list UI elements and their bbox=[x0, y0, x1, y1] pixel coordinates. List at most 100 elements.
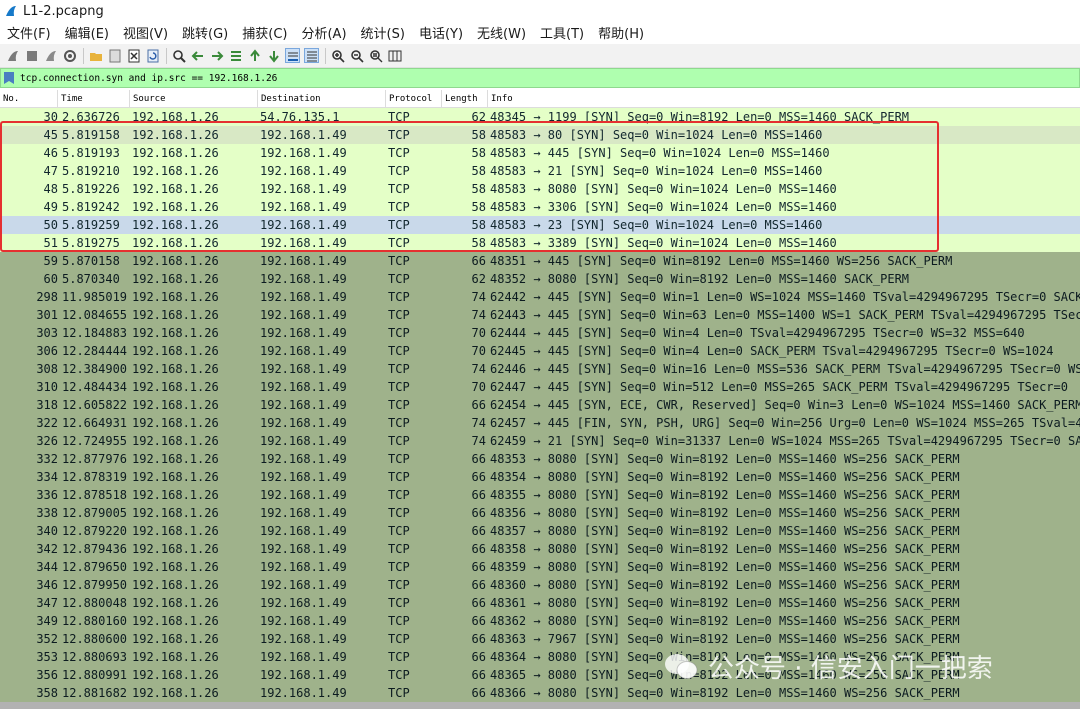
packet-row[interactable]: 303 12.184883 192.168.1.26 192.168.1.49 TCP 7… bbox=[0, 324, 1080, 342]
packet-row[interactable]: 332 12.877976 192.168.1.26 192.168.1.49 TCP 6… bbox=[0, 450, 1080, 468]
packet-src-cell: 192.168.1.26 bbox=[132, 236, 219, 250]
packet-row[interactable]: 334 12.878319 192.168.1.26 192.168.1.49 TCP 6… bbox=[0, 468, 1080, 486]
packet-row[interactable]: 336 12.878518 192.168.1.26 192.168.1.49 TCP 6… bbox=[0, 486, 1080, 504]
zoom-in-icon[interactable] bbox=[330, 48, 345, 63]
packet-no-cell: 318 bbox=[36, 398, 58, 412]
go-forward-icon[interactable] bbox=[209, 48, 224, 63]
packet-proto-cell: TCP bbox=[388, 344, 410, 358]
column-header-length[interactable]: Length bbox=[442, 90, 488, 108]
menu-go[interactable]: 跳转(G) bbox=[182, 23, 228, 42]
go-back-icon[interactable] bbox=[190, 48, 205, 63]
menu-view[interactable]: 视图(V) bbox=[123, 23, 168, 42]
start-capture-icon[interactable] bbox=[5, 48, 20, 63]
packet-src-cell: 192.168.1.26 bbox=[132, 380, 219, 394]
packet-len-cell: 66 bbox=[471, 632, 486, 646]
normal-size-icon[interactable] bbox=[368, 48, 383, 63]
packet-dst-cell: 192.168.1.49 bbox=[260, 254, 347, 268]
packet-row[interactable]: 45 5.819158 192.168.1.26 192.168.1.49 TCP 58 4… bbox=[0, 126, 1080, 144]
packet-row[interactable]: 48 5.819226 192.168.1.26 192.168.1.49 TCP 58 4… bbox=[0, 180, 1080, 198]
packet-row[interactable]: 318 12.605822 192.168.1.26 192.168.1.49 TCP 6… bbox=[0, 396, 1080, 414]
packet-proto-cell: TCP bbox=[388, 398, 410, 412]
packet-row[interactable]: 338 12.879005 192.168.1.26 192.168.1.49 TCP 6… bbox=[0, 504, 1080, 522]
resize-columns-icon[interactable] bbox=[387, 48, 402, 63]
packet-row[interactable]: 346 12.879950 192.168.1.26 192.168.1.49 TCP 6… bbox=[0, 576, 1080, 594]
close-file-icon[interactable] bbox=[126, 48, 141, 63]
packet-row[interactable]: 308 12.384900 192.168.1.26 192.168.1.49 TCP 7… bbox=[0, 360, 1080, 378]
packet-proto-cell: TCP bbox=[388, 668, 410, 682]
menu-analyze[interactable]: 分析(A) bbox=[301, 23, 346, 42]
packet-proto-cell: TCP bbox=[388, 272, 410, 286]
menu-telephony[interactable]: 电话(Y) bbox=[419, 23, 463, 42]
packet-dst-cell: 192.168.1.49 bbox=[260, 290, 347, 304]
menu-tools[interactable]: 工具(T) bbox=[540, 23, 584, 42]
last-packet-icon[interactable] bbox=[266, 48, 281, 63]
packet-row[interactable]: 30 2.636726 192.168.1.26 54.76.135.1 TCP 62 48… bbox=[0, 108, 1080, 126]
autoscroll-icon[interactable] bbox=[285, 48, 300, 63]
packet-row[interactable]: 347 12.880048 192.168.1.26 192.168.1.49 TCP 6… bbox=[0, 594, 1080, 612]
packet-row[interactable]: 326 12.724955 192.168.1.26 192.168.1.49 TCP 7… bbox=[0, 432, 1080, 450]
column-header-no[interactable]: No. bbox=[0, 90, 58, 108]
packet-row[interactable]: 340 12.879220 192.168.1.26 192.168.1.49 TCP 6… bbox=[0, 522, 1080, 540]
packet-row[interactable]: 353 12.880693 192.168.1.26 192.168.1.49 TCP 6… bbox=[0, 648, 1080, 666]
filter-bookmark-icon[interactable] bbox=[4, 72, 14, 84]
packet-info-cell: 48357 → 8080 [SYN] Seq=0 Win=8192 Len=0 … bbox=[490, 524, 960, 538]
packet-proto-cell: TCP bbox=[388, 632, 410, 646]
packet-row[interactable]: 49 5.819242 192.168.1.26 192.168.1.49 TCP 58 4… bbox=[0, 198, 1080, 216]
packet-len-cell: 74 bbox=[471, 362, 486, 376]
column-header-source[interactable]: Source bbox=[130, 90, 258, 108]
packet-time-cell: 12.881682 bbox=[62, 686, 128, 700]
packet-proto-cell: TCP bbox=[388, 110, 410, 124]
packet-time-cell: 12.880693 bbox=[62, 650, 128, 664]
packet-row[interactable]: 356 12.880991 192.168.1.26 192.168.1.49 TCP 6… bbox=[0, 666, 1080, 684]
packet-row[interactable]: 47 5.819210 192.168.1.26 192.168.1.49 TCP 58 4… bbox=[0, 162, 1080, 180]
menu-capture[interactable]: 捕获(C) bbox=[242, 23, 287, 42]
restart-capture-icon[interactable] bbox=[43, 48, 58, 63]
packet-row[interactable]: 322 12.664931 192.168.1.26 192.168.1.49 TCP 7… bbox=[0, 414, 1080, 432]
packet-time-cell: 12.877976 bbox=[62, 452, 128, 466]
packet-row[interactable]: 59 5.870158 192.168.1.26 192.168.1.49 TCP 66 4… bbox=[0, 252, 1080, 270]
find-packet-icon[interactable] bbox=[171, 48, 186, 63]
column-header-time[interactable]: Time bbox=[58, 90, 130, 108]
packet-row[interactable]: 352 12.880600 192.168.1.26 192.168.1.49 TCP 6… bbox=[0, 630, 1080, 648]
packet-row[interactable]: 342 12.879436 192.168.1.26 192.168.1.49 TCP 6… bbox=[0, 540, 1080, 558]
column-header-protocol[interactable]: Protocol bbox=[386, 90, 442, 108]
packet-dst-cell: 192.168.1.49 bbox=[260, 344, 347, 358]
packet-dst-cell: 192.168.1.49 bbox=[260, 218, 347, 232]
packet-row[interactable]: 310 12.484434 192.168.1.26 192.168.1.49 TCP 7… bbox=[0, 378, 1080, 396]
packet-row[interactable]: 50 5.819259 192.168.1.26 192.168.1.49 TCP 58 4… bbox=[0, 216, 1080, 234]
menu-wireless[interactable]: 无线(W) bbox=[477, 23, 526, 42]
packet-row[interactable]: 306 12.284444 192.168.1.26 192.168.1.49 TCP 7… bbox=[0, 342, 1080, 360]
packet-src-cell: 192.168.1.26 bbox=[132, 434, 219, 448]
packet-list[interactable]: No. Time Source Destination Protocol Len… bbox=[0, 90, 1080, 709]
go-to-packet-icon[interactable] bbox=[228, 48, 243, 63]
menu-help[interactable]: 帮助(H) bbox=[598, 23, 644, 42]
first-packet-icon[interactable] bbox=[247, 48, 262, 63]
packet-no-cell: 47 bbox=[43, 164, 58, 178]
packet-no-cell: 349 bbox=[36, 614, 58, 628]
reload-file-icon[interactable] bbox=[145, 48, 160, 63]
menu-statistics[interactable]: 统计(S) bbox=[361, 23, 405, 42]
colorize-icon[interactable] bbox=[304, 48, 319, 63]
column-header-destination[interactable]: Destination bbox=[258, 90, 386, 108]
column-header-info[interactable]: Info bbox=[488, 90, 1080, 108]
packet-row[interactable]: 349 12.880160 192.168.1.26 192.168.1.49 TCP 6… bbox=[0, 612, 1080, 630]
packet-row[interactable]: 301 12.084655 192.168.1.26 192.168.1.49 TCP 7… bbox=[0, 306, 1080, 324]
zoom-out-icon[interactable] bbox=[349, 48, 364, 63]
packet-row[interactable]: 358 12.881682 192.168.1.26 192.168.1.49 TCP 6… bbox=[0, 684, 1080, 702]
stop-capture-icon[interactable] bbox=[24, 48, 39, 63]
packet-proto-cell: TCP bbox=[388, 578, 410, 592]
display-filter-input[interactable]: tcp.connection.syn and ip.src == 192.168… bbox=[20, 73, 277, 84]
packet-row[interactable]: 46 5.819193 192.168.1.26 192.168.1.49 TCP 58 4… bbox=[0, 144, 1080, 162]
capture-options-icon[interactable] bbox=[62, 48, 77, 63]
packet-src-cell: 192.168.1.26 bbox=[132, 362, 219, 376]
menu-edit[interactable]: 编辑(E) bbox=[65, 23, 109, 42]
packet-row[interactable]: 344 12.879650 192.168.1.26 192.168.1.49 TCP 6… bbox=[0, 558, 1080, 576]
menu-file[interactable]: 文件(F) bbox=[7, 23, 51, 42]
packet-info-cell: 48583 → 445 [SYN] Seq=0 Win=1024 Len=0 M… bbox=[490, 146, 830, 160]
packet-row[interactable]: 60 5.870340 192.168.1.26 192.168.1.49 TCP 62 4… bbox=[0, 270, 1080, 288]
display-filter-bar[interactable]: tcp.connection.syn and ip.src == 192.168… bbox=[0, 68, 1080, 88]
save-file-icon[interactable] bbox=[107, 48, 122, 63]
packet-row[interactable]: 51 5.819275 192.168.1.26 192.168.1.49 TCP 58 4… bbox=[0, 234, 1080, 252]
open-file-icon[interactable] bbox=[88, 48, 103, 63]
packet-row[interactable]: 298 11.985019 192.168.1.26 192.168.1.49 TCP 7… bbox=[0, 288, 1080, 306]
